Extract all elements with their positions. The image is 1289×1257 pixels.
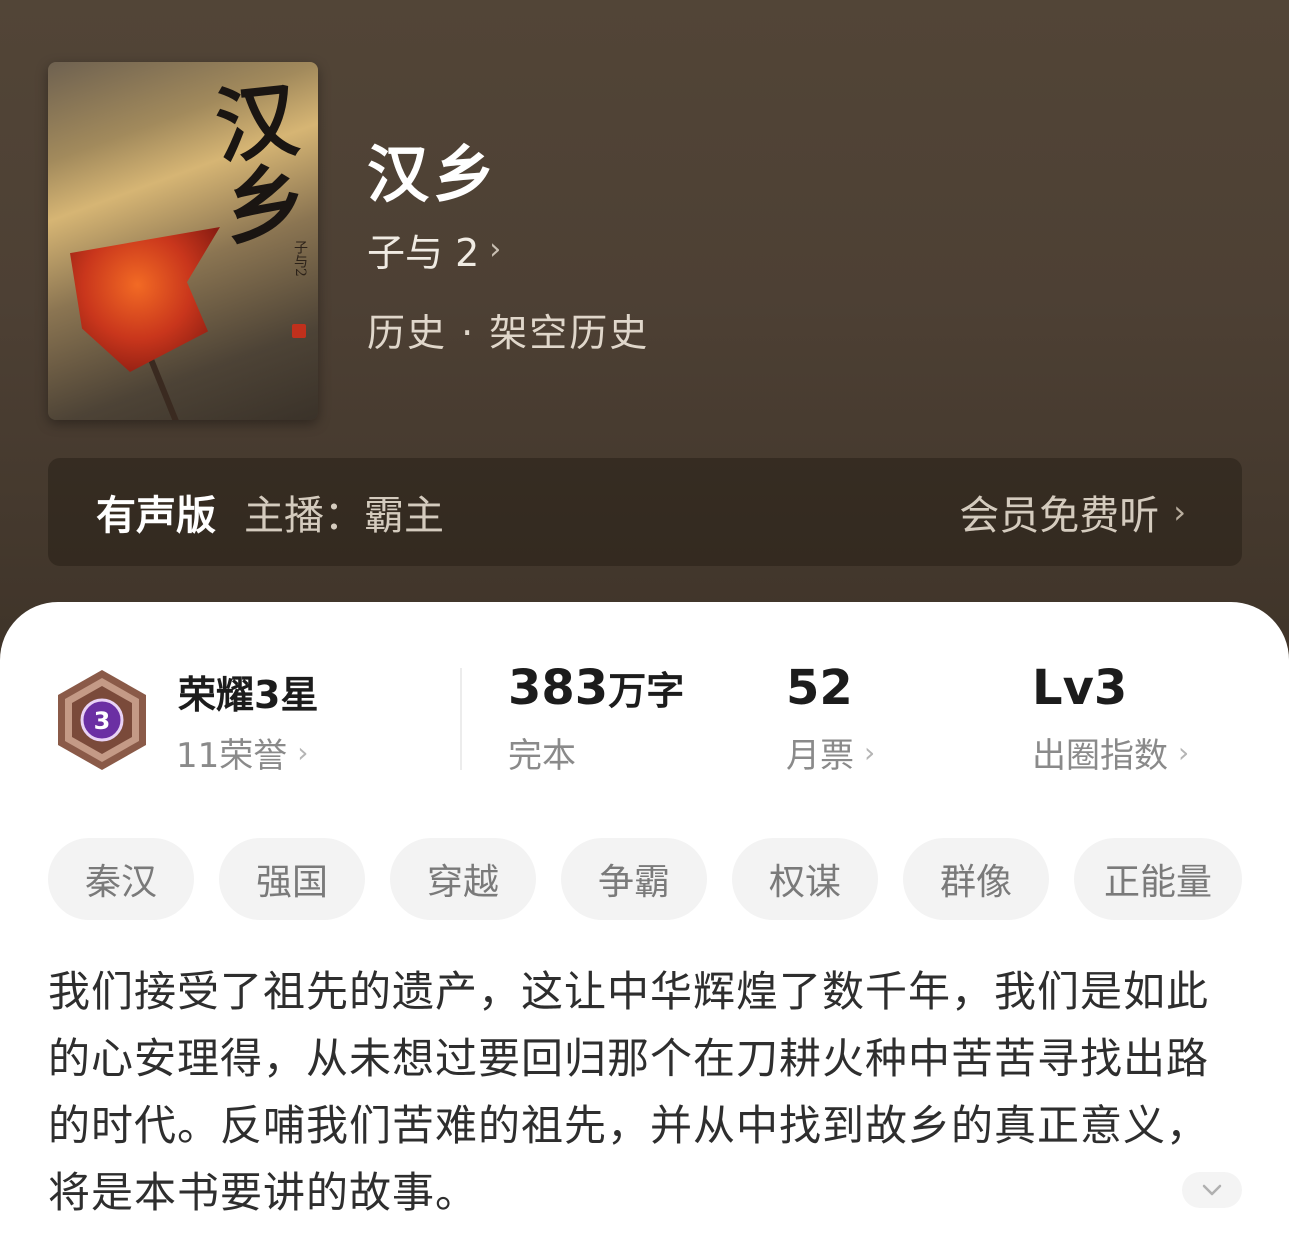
audio-edition-bar[interactable]: 有声版 主播：霸主 会员免费听 ›	[48, 458, 1242, 566]
circle-index-value: Lv3	[1032, 660, 1128, 716]
book-header: 汉乡 子与2 汉乡 子与 2 › 历史 · 架空历史 有声版 主播：霸主 会员免…	[0, 0, 1289, 660]
author-link[interactable]: 子与 2 ›	[367, 222, 501, 277]
tag-list: 秦汉 强国 穿越 争霸 权谋 群像 正能量	[48, 838, 1289, 920]
book-description: 我们接受了祖先的遗产，这让中华辉煌了数千年，我们是如此的心安理得，从未想过要回归…	[48, 967, 1210, 1217]
circle-index-label: 出圈指数	[1032, 736, 1168, 776]
audio-host: 主播：霸主	[244, 493, 444, 539]
monthly-votes-value: 52	[786, 660, 853, 716]
chevron-right-icon: ›	[489, 232, 502, 267]
book-genre: 历史 · 架空历史	[367, 311, 650, 355]
author-name: 子与 2	[367, 231, 480, 275]
member-free-listen-button[interactable]: 会员免费听 ›	[959, 458, 1186, 566]
book-title: 汉乡	[367, 138, 500, 211]
honor-title: 荣耀3星	[178, 673, 319, 717]
honor-count: 11荣誉	[176, 736, 288, 776]
cover-banner	[70, 227, 220, 372]
monthly-votes-label: 月票	[786, 736, 854, 776]
word-count-unit: 万字	[608, 669, 685, 713]
circle-index-link[interactable]: 出圈指数 ›	[1032, 728, 1189, 777]
tag-item[interactable]: 穿越	[390, 838, 536, 920]
honor-badge-level: 3	[94, 707, 111, 735]
word-count: 383万字	[508, 660, 684, 716]
book-cover[interactable]: 汉乡 子与2	[48, 62, 318, 420]
tag-item[interactable]: 争霸	[561, 838, 707, 920]
book-status-label: 完本	[508, 736, 576, 776]
honor-badge-icon[interactable]: 3	[54, 668, 150, 772]
audio-tag: 有声版	[96, 493, 216, 539]
tag-item[interactable]: 正能量	[1074, 838, 1242, 920]
word-count-value: 383	[508, 660, 609, 716]
book-status: 完本	[508, 728, 576, 777]
honor-count-link[interactable]: 11荣誉 ›	[176, 728, 308, 777]
cover-author: 子与2	[292, 240, 308, 277]
member-free-listen-label: 会员免费听	[959, 493, 1160, 539]
chevron-right-icon: ›	[297, 736, 309, 769]
tag-item[interactable]: 群像	[903, 838, 1049, 920]
cover-seal	[292, 324, 306, 338]
expand-description-button[interactable]	[1182, 1172, 1242, 1208]
chevron-right-icon: ›	[1178, 736, 1190, 769]
chevron-right-icon: ›	[1173, 493, 1186, 531]
cover-calligraphy: 汉乡	[197, 75, 310, 249]
tag-item[interactable]: 权谋	[732, 838, 878, 920]
stats-divider	[460, 668, 462, 770]
chevron-down-icon	[1202, 1184, 1222, 1196]
monthly-votes-link[interactable]: 月票 ›	[786, 728, 875, 777]
chevron-right-icon: ›	[864, 736, 876, 769]
tag-item[interactable]: 秦汉	[48, 838, 194, 920]
tag-item[interactable]: 强国	[219, 838, 365, 920]
